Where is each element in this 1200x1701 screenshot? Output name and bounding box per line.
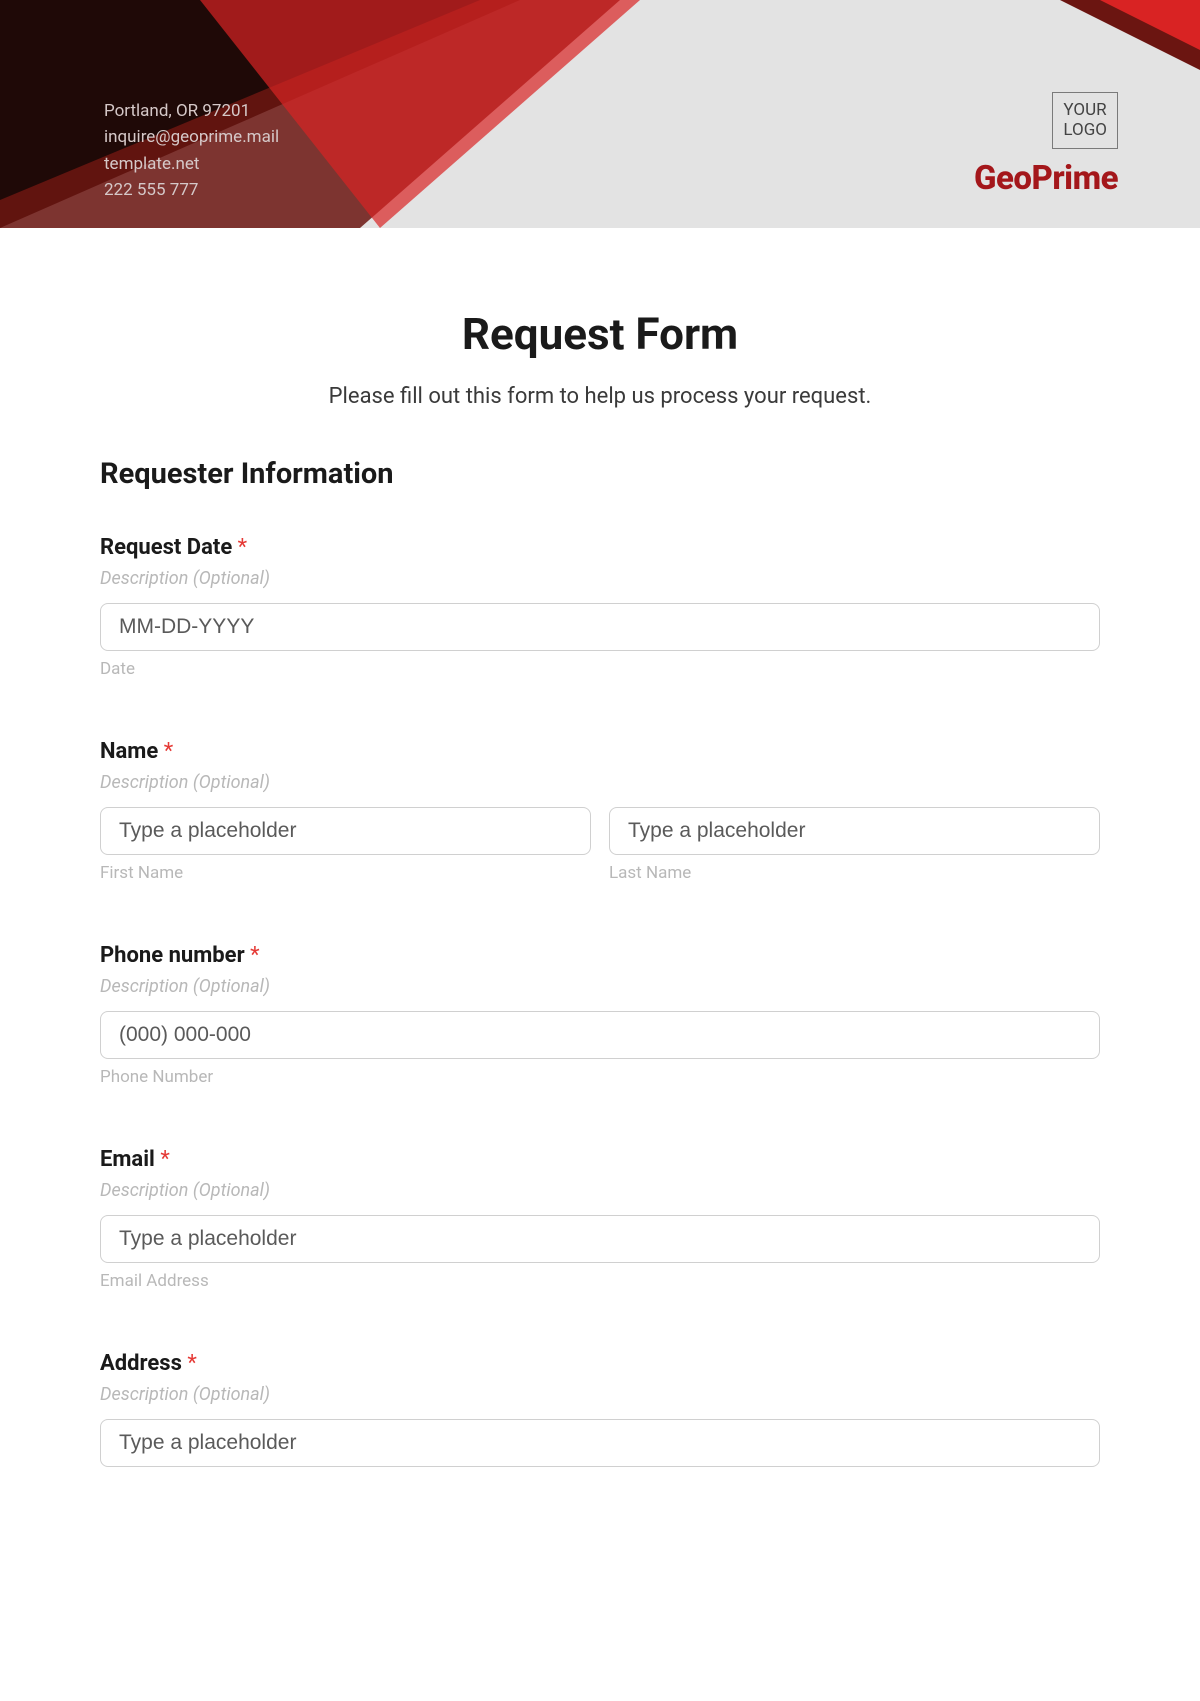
page-header: Portland, OR 97201 inquire@geoprime.mail…: [0, 0, 1200, 228]
request-date-sublabel: Date: [100, 659, 1100, 679]
logo-placeholder: YOURLOGO: [1052, 92, 1118, 149]
email-label: Email *: [100, 1147, 1100, 1172]
phone-description: Description (Optional): [100, 976, 1100, 997]
email-sublabel: Email Address: [100, 1271, 1100, 1291]
request-date-input[interactable]: [100, 603, 1100, 651]
form-container: Request Form Please fill out this form t…: [0, 228, 1200, 1507]
phone-input[interactable]: [100, 1011, 1100, 1059]
email-input[interactable]: [100, 1215, 1100, 1263]
name-label: Name *: [100, 739, 1100, 764]
contact-phone: 222 555 777: [104, 177, 279, 203]
phone-label: Phone number *: [100, 943, 1100, 968]
first-name-sublabel: First Name: [100, 863, 591, 883]
contact-address: Portland, OR 97201: [104, 98, 279, 124]
request-date-label: Request Date *: [100, 535, 1100, 560]
phone-sublabel: Phone Number: [100, 1067, 1100, 1087]
address-label: Address *: [100, 1351, 1100, 1376]
field-request-date: Request Date * Description (Optional) Da…: [100, 535, 1100, 679]
brand-name: GeoPrime: [974, 159, 1118, 198]
last-name-input[interactable]: [609, 807, 1100, 855]
first-name-input[interactable]: [100, 807, 591, 855]
field-address: Address * Description (Optional): [100, 1351, 1100, 1467]
form-subtitle: Please fill out this form to help us pro…: [100, 384, 1100, 409]
contact-info: Portland, OR 97201 inquire@geoprime.mail…: [104, 98, 279, 203]
email-description: Description (Optional): [100, 1180, 1100, 1201]
field-name: Name * Description (Optional) First Name…: [100, 739, 1100, 883]
address-description: Description (Optional): [100, 1384, 1100, 1405]
contact-website: template.net: [104, 151, 279, 177]
address-input[interactable]: [100, 1419, 1100, 1467]
logo-area: YOURLOGO GeoPrime: [974, 92, 1118, 198]
section-title: Requester Information: [100, 457, 1100, 491]
field-phone: Phone number * Description (Optional) Ph…: [100, 943, 1100, 1087]
name-description: Description (Optional): [100, 772, 1100, 793]
request-date-description: Description (Optional): [100, 568, 1100, 589]
last-name-sublabel: Last Name: [609, 863, 1100, 883]
contact-email: inquire@geoprime.mail: [104, 124, 279, 150]
field-email: Email * Description (Optional) Email Add…: [100, 1147, 1100, 1291]
form-title: Request Form: [100, 308, 1100, 360]
